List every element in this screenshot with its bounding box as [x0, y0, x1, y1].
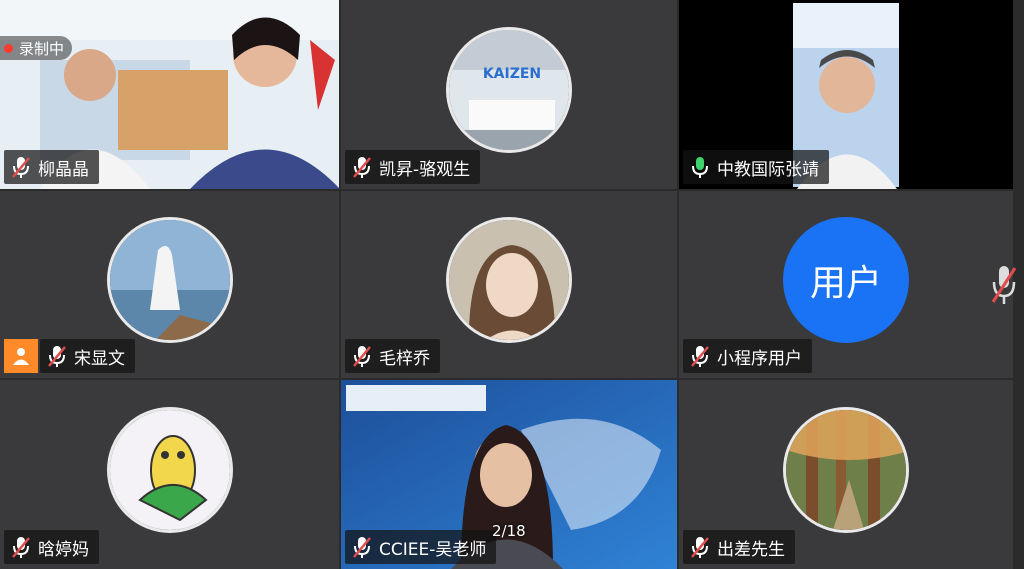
name-tag: 凯昇-骆观生 [345, 150, 481, 184]
avatar [106, 216, 233, 343]
participant-tile[interactable]: 录制中 柳晶晶 [0, 0, 339, 189]
participant-tile[interactable]: 出差先生 [679, 380, 1013, 569]
avatar: KAIZEN [446, 26, 572, 153]
seaside-avatar-image [109, 219, 230, 340]
participant-name: CCIEE-吴老师 [379, 539, 487, 560]
drawing-avatar-image [109, 409, 230, 530]
participant-name: 出差先生 [717, 539, 785, 560]
video-grid: 录制中 柳晶晶 KAIZEN 凯昇-骆观生 中教国际张靖 宋显文 毛梓乔 用户 … [0, 0, 1024, 569]
name-tag: 柳晶晶 [4, 150, 99, 184]
avatar [446, 216, 572, 343]
avatar-text: 用户 [783, 216, 909, 343]
person-icon [13, 348, 29, 365]
office-avatar-image: KAIZEN [449, 29, 569, 150]
participant-name: 小程序用户 [717, 348, 802, 369]
participant-tile-active[interactable]: 中教国际张靖 [679, 0, 1013, 189]
name-tag: 宋显文 [40, 339, 135, 373]
participant-tile[interactable]: 晗婷妈 [0, 380, 339, 569]
participant-name: 宋显文 [74, 348, 125, 369]
forest-avatar-image [786, 409, 906, 530]
svg-text:KAIZEN: KAIZEN [483, 65, 541, 81]
participant-name: 柳晶晶 [38, 159, 89, 180]
mic-off-icon [48, 346, 66, 367]
mic-off-icon[interactable] [990, 262, 1018, 308]
participant-name: 凯昇-骆观生 [379, 159, 471, 180]
recording-label: 录制中 [19, 39, 65, 58]
participant-tile[interactable]: 用户 小程序用户 [679, 191, 1013, 378]
participant-name: 中教国际张靖 [717, 159, 819, 180]
name-tag: 中教国际张靖 [683, 150, 829, 184]
mic-off-icon [353, 157, 371, 178]
mic-on-icon [692, 157, 708, 178]
participant-name: 晗婷妈 [38, 539, 89, 560]
recording-indicator: 录制中 [0, 36, 73, 60]
participant-tile[interactable]: 宋显文 [0, 191, 339, 378]
portrait-avatar-image [449, 219, 569, 340]
avatar [106, 406, 233, 533]
mic-off-icon [12, 537, 30, 558]
name-tag: 出差先生 [683, 530, 795, 564]
name-tag: CCIEE-吴老师 [345, 530, 497, 564]
host-badge [4, 339, 38, 373]
participant-tile[interactable]: 毛梓乔 [341, 191, 677, 378]
mic-off-icon [353, 537, 371, 558]
mic-off-icon [12, 157, 30, 178]
mic-off-icon [691, 346, 709, 367]
participant-tile[interactable]: CCIEE-吴老师 [341, 380, 677, 569]
mic-off-icon [691, 537, 709, 558]
page-indicator: 2/18 [492, 522, 526, 540]
name-tag: 小程序用户 [683, 339, 812, 373]
name-tag: 毛梓乔 [345, 339, 440, 373]
record-dot-icon [4, 43, 13, 53]
participant-name: 毛梓乔 [379, 348, 430, 369]
participant-tile[interactable]: KAIZEN 凯昇-骆观生 [341, 0, 677, 189]
avatar [783, 406, 909, 533]
mic-off-icon [353, 346, 371, 367]
name-tag: 晗婷妈 [4, 530, 99, 564]
